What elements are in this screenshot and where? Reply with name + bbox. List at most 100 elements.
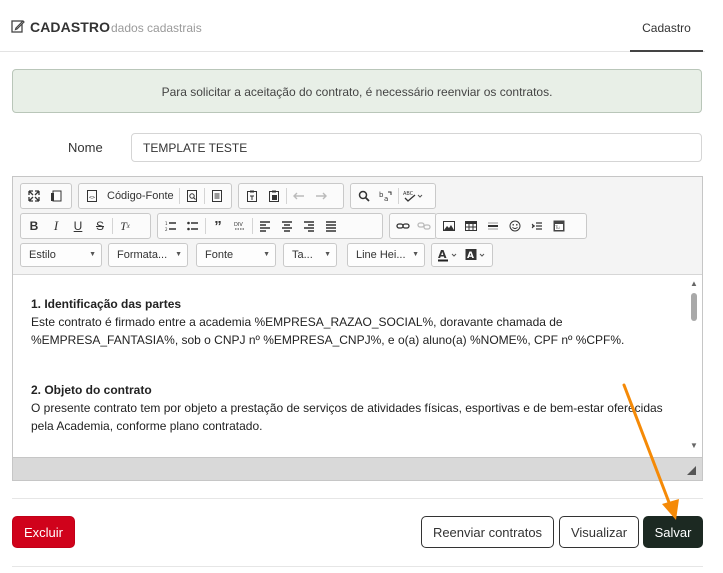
toolbar-separator bbox=[178, 188, 180, 204]
page-break-icon[interactable] bbox=[526, 215, 548, 237]
youtube-icon[interactable]: Tu bbox=[548, 215, 570, 237]
chevron-down-icon: ▼ bbox=[89, 251, 96, 258]
show-blocks-icon[interactable] bbox=[45, 185, 67, 207]
editor-content-area[interactable]: 1. Identificação das partes Este contrat… bbox=[13, 275, 702, 457]
italic-icon[interactable]: I bbox=[45, 215, 67, 237]
toolbar-group-insert: Tu bbox=[435, 213, 587, 239]
paste-word-icon[interactable] bbox=[263, 185, 285, 207]
resend-contracts-button[interactable]: Reenviar contratos bbox=[421, 516, 554, 548]
source-code-icon[interactable]: <> bbox=[81, 185, 103, 207]
background-color-icon[interactable]: A bbox=[462, 244, 490, 266]
maximize-icon[interactable] bbox=[23, 185, 45, 207]
toolbar-separator bbox=[252, 218, 253, 234]
toolbar-separator bbox=[205, 218, 206, 234]
editor-status-bar bbox=[13, 457, 702, 480]
resize-handle-icon[interactable] bbox=[687, 466, 696, 475]
strikethrough-icon[interactable]: S bbox=[89, 215, 111, 237]
toolbar-group-links bbox=[389, 213, 437, 239]
redo-icon[interactable] bbox=[310, 185, 332, 207]
remove-format-icon[interactable]: Tx bbox=[114, 215, 136, 237]
toolbar-group-clipboard bbox=[238, 183, 344, 209]
svg-text:2: 2 bbox=[165, 227, 168, 232]
numbered-list-icon[interactable]: 12 bbox=[160, 215, 182, 237]
align-center-icon[interactable] bbox=[276, 215, 298, 237]
preview-icon[interactable] bbox=[181, 185, 203, 207]
unlink-icon[interactable] bbox=[413, 215, 434, 237]
replace-icon[interactable]: ba bbox=[375, 185, 397, 207]
horizontal-rule-icon[interactable] bbox=[482, 215, 504, 237]
blockquote-icon[interactable]: ” bbox=[207, 215, 229, 237]
toolbar-separator bbox=[398, 188, 399, 204]
underline-icon[interactable]: U bbox=[67, 215, 89, 237]
editor-document: 1. Identificação das partes Este contrat… bbox=[31, 295, 681, 435]
tab-cadastro[interactable]: Cadastro bbox=[630, 0, 703, 52]
delete-button[interactable]: Excluir bbox=[12, 516, 75, 548]
bold-icon[interactable]: B bbox=[23, 215, 45, 237]
align-left-icon[interactable] bbox=[254, 215, 276, 237]
font-select-label: Fonte bbox=[205, 249, 234, 261]
chevron-down-icon: ▼ bbox=[324, 251, 331, 258]
scrollbar-thumb[interactable] bbox=[691, 293, 697, 321]
name-label: Nome bbox=[68, 140, 103, 155]
size-select[interactable]: Ta... ▼ bbox=[283, 243, 337, 267]
image-icon[interactable] bbox=[438, 215, 460, 237]
chevron-down-icon: ▼ bbox=[263, 251, 270, 258]
paragraph-line: Este contrato é firmado entre a academia… bbox=[31, 315, 563, 329]
editor-scrollbar[interactable]: ▲ ▼ bbox=[688, 275, 700, 457]
toolbar-group-colors: A A bbox=[431, 243, 493, 267]
style-select[interactable]: Estilo ▼ bbox=[20, 243, 102, 267]
spellcheck-icon[interactable]: ABC bbox=[400, 185, 428, 207]
divider bbox=[12, 566, 703, 567]
svg-text:1: 1 bbox=[165, 221, 168, 226]
scroll-up-icon[interactable]: ▲ bbox=[690, 279, 698, 288]
format-select[interactable]: Formata... ▼ bbox=[108, 243, 188, 267]
text-color-icon[interactable]: A bbox=[434, 244, 462, 266]
page-title: CADASTRO bbox=[30, 19, 111, 35]
paste-text-icon[interactable] bbox=[241, 185, 263, 207]
info-alert: Para solicitar a aceitação do contrato, … bbox=[12, 69, 702, 113]
preview-button[interactable]: Visualizar bbox=[559, 516, 639, 548]
link-icon[interactable] bbox=[392, 215, 413, 237]
paragraph-line: O presente contrato tem por objeto a pre… bbox=[31, 401, 663, 415]
section-heading: 1. Identificação das partes bbox=[31, 297, 182, 311]
page-header: CADASTRO dados cadastrais Cadastro bbox=[0, 0, 705, 52]
svg-text:DIV: DIV bbox=[234, 222, 243, 228]
bulleted-list-icon[interactable] bbox=[182, 215, 204, 237]
templates-icon[interactable] bbox=[206, 185, 228, 207]
save-button[interactable]: Salvar bbox=[643, 516, 703, 548]
name-input[interactable] bbox=[131, 133, 702, 162]
toolbar-separator bbox=[286, 188, 287, 204]
chevron-down-icon: ▼ bbox=[175, 251, 182, 258]
line-height-select-label: Line Hei... bbox=[356, 249, 406, 261]
toolbar-group-view bbox=[20, 183, 72, 209]
find-icon[interactable] bbox=[353, 185, 375, 207]
toolbar-group-document: <> Código-Fonte bbox=[78, 183, 232, 209]
svg-text:A: A bbox=[438, 248, 447, 261]
undo-icon[interactable] bbox=[288, 185, 310, 207]
font-select[interactable]: Fonte ▼ bbox=[196, 243, 276, 267]
divider bbox=[12, 498, 703, 499]
toolbar-group-paragraph: 12 ” DIV bbox=[157, 213, 383, 239]
rich-text-editor: <> Código-Fonte b a ABC B I U S T x 1 2 … bbox=[12, 176, 703, 481]
scroll-down-icon[interactable]: ▼ bbox=[690, 441, 698, 450]
svg-text:ABC: ABC bbox=[403, 191, 414, 197]
smiley-icon[interactable] bbox=[504, 215, 526, 237]
create-div-icon[interactable]: DIV bbox=[229, 215, 251, 237]
align-right-icon[interactable] bbox=[298, 215, 320, 237]
size-select-label: Ta... bbox=[292, 249, 313, 261]
svg-text:<>: <> bbox=[89, 195, 95, 201]
svg-text:a: a bbox=[384, 195, 388, 202]
edit-icon bbox=[11, 20, 25, 33]
style-select-label: Estilo bbox=[29, 249, 56, 261]
paragraph-line: pela Academia, conforme plano contratado… bbox=[31, 419, 263, 433]
chevron-down-icon: ▼ bbox=[412, 251, 419, 258]
svg-text:Tu: Tu bbox=[554, 225, 560, 230]
page-subtitle: dados cadastrais bbox=[111, 21, 202, 35]
table-icon[interactable] bbox=[460, 215, 482, 237]
source-code-button[interactable]: Código-Fonte bbox=[103, 185, 178, 207]
format-select-label: Formata... bbox=[117, 249, 168, 261]
toolbar-separator bbox=[112, 218, 113, 234]
line-height-select[interactable]: Line Hei... ▼ bbox=[347, 243, 425, 267]
justify-icon[interactable] bbox=[320, 215, 342, 237]
